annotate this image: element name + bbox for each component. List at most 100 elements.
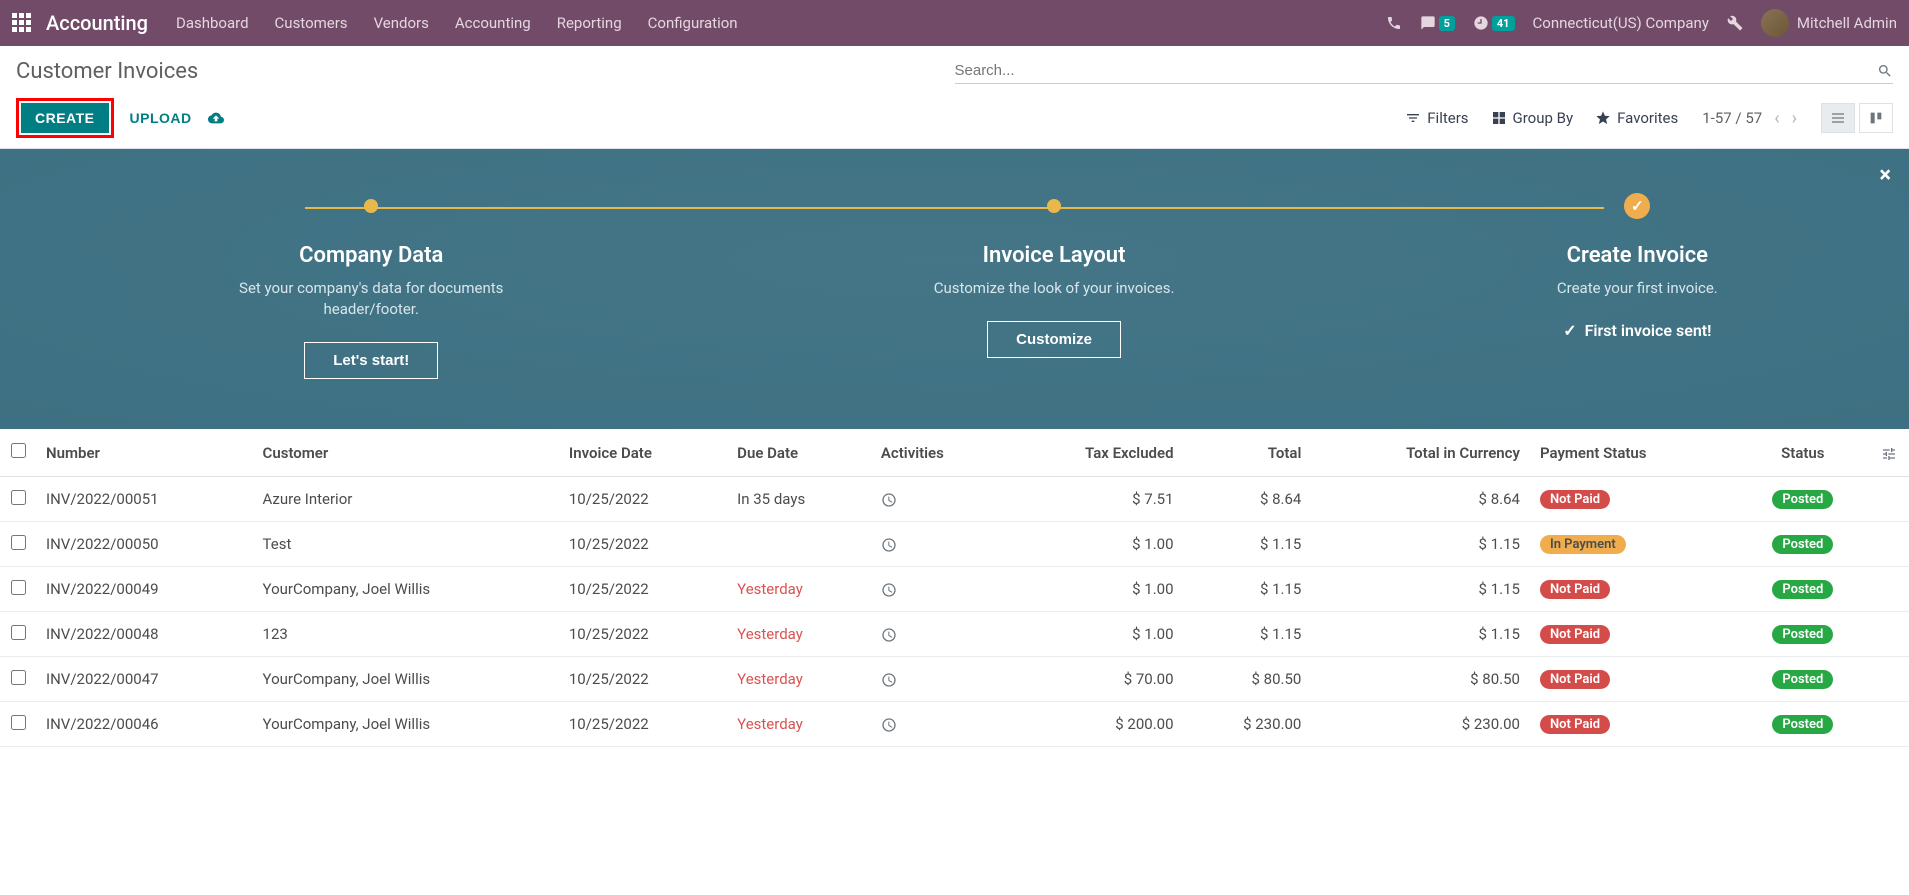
table-row[interactable]: INV/2022/0004812310/25/2022Yesterday$ 1.… [0, 612, 1909, 657]
row-checkbox[interactable] [11, 670, 26, 685]
groupby-button[interactable]: Group By [1491, 109, 1574, 127]
table-row[interactable]: INV/2022/00047YourCompany, Joel Willis10… [0, 657, 1909, 702]
status-badge: Posted [1772, 625, 1833, 644]
navbar-right: 5 41 Connecticut(US) Company Mitchell Ad… [1386, 9, 1897, 37]
activity-clock-icon[interactable] [881, 535, 897, 553]
step-desc: Create your first invoice. [1557, 278, 1718, 299]
step-done-text: ✓ First invoice sent! [1557, 321, 1718, 340]
user-menu[interactable]: Mitchell Admin [1761, 9, 1897, 37]
clock-icon[interactable]: 41 [1473, 15, 1515, 31]
upload-button[interactable]: UPLOAD [130, 110, 192, 126]
company-selector[interactable]: Connecticut(US) Company [1533, 14, 1709, 32]
favorites-button[interactable]: Favorites [1595, 109, 1678, 127]
pager: 1-57 / 57 ‹ › [1702, 108, 1797, 129]
cell-activities[interactable] [871, 567, 1006, 612]
step-create-invoice: Create Invoice Create your first invoice… [1557, 199, 1718, 379]
cell-number: INV/2022/00051 [36, 477, 253, 522]
col-total-currency[interactable]: Total in Currency [1311, 429, 1530, 477]
col-payment-status[interactable]: Payment Status [1530, 429, 1737, 477]
nav-configuration[interactable]: Configuration [648, 14, 738, 32]
lets-start-button[interactable]: Let's start! [304, 342, 438, 379]
table-row[interactable]: INV/2022/00051Azure Interior10/25/2022In… [0, 477, 1909, 522]
nav-reporting[interactable]: Reporting [557, 14, 622, 32]
search-box[interactable] [955, 58, 1894, 84]
cell-customer: Test [253, 522, 559, 567]
cell-customer: YourCompany, Joel Willis [253, 657, 559, 702]
cell-invoice-date: 10/25/2022 [559, 612, 727, 657]
status-badge: Posted [1772, 580, 1833, 599]
col-total[interactable]: Total [1184, 429, 1312, 477]
activity-clock-icon[interactable] [881, 580, 897, 598]
customize-button[interactable]: Customize [987, 321, 1121, 358]
cell-activities[interactable] [871, 612, 1006, 657]
nav-customers[interactable]: Customers [275, 14, 348, 32]
cell-total: $ 1.15 [1184, 522, 1312, 567]
optional-columns-button[interactable] [1869, 429, 1909, 477]
table-row[interactable]: INV/2022/00046YourCompany, Joel Willis10… [0, 702, 1909, 747]
app-name[interactable]: Accounting [46, 11, 148, 35]
pager-text[interactable]: 1-57 / 57 [1702, 109, 1762, 127]
cell-activities[interactable] [871, 657, 1006, 702]
row-checkbox[interactable] [11, 715, 26, 730]
activity-clock-icon[interactable] [881, 715, 897, 733]
table-row[interactable]: INV/2022/00049YourCompany, Joel Willis10… [0, 567, 1909, 612]
activity-clock-icon[interactable] [881, 625, 897, 643]
row-checkbox[interactable] [11, 580, 26, 595]
col-status[interactable]: Status [1737, 429, 1869, 477]
search-input[interactable] [955, 62, 1878, 79]
apps-icon[interactable] [12, 13, 32, 33]
col-due-date[interactable]: Due Date [727, 429, 871, 477]
list-view-button[interactable] [1821, 103, 1855, 133]
nav-dashboard[interactable]: Dashboard [176, 14, 249, 32]
payment-status-badge: Not Paid [1540, 490, 1610, 509]
create-button[interactable]: CREATE [21, 103, 109, 133]
step-desc: Set your company's data for documents he… [191, 278, 551, 320]
col-customer[interactable]: Customer [253, 429, 559, 477]
cell-activities[interactable] [871, 702, 1006, 747]
activity-clock-icon[interactable] [881, 670, 897, 688]
nav-accounting[interactable]: Accounting [455, 14, 531, 32]
status-badge: Posted [1772, 535, 1833, 554]
cell-total-currency: $ 230.00 [1311, 702, 1530, 747]
pager-next-icon[interactable]: › [1792, 108, 1797, 129]
table-header-row: Number Customer Invoice Date Due Date Ac… [0, 429, 1909, 477]
cell-due-date: Yesterday [727, 657, 871, 702]
col-tax-excluded[interactable]: Tax Excluded [1006, 429, 1183, 477]
table-row[interactable]: INV/2022/00050Test10/25/2022$ 1.00$ 1.15… [0, 522, 1909, 567]
kanban-view-button[interactable] [1859, 103, 1893, 133]
chat-icon[interactable]: 5 [1420, 15, 1455, 31]
cell-total: $ 230.00 [1184, 702, 1312, 747]
cell-payment-status: Not Paid [1530, 657, 1737, 702]
cell-status: Posted [1737, 702, 1869, 747]
pager-prev-icon[interactable]: ‹ [1774, 108, 1779, 129]
upload-icon[interactable] [208, 110, 224, 126]
col-number[interactable]: Number [36, 429, 253, 477]
cell-total-currency: $ 8.64 [1311, 477, 1530, 522]
filters-button[interactable]: Filters [1405, 109, 1468, 127]
cell-payment-status: Not Paid [1530, 702, 1737, 747]
row-checkbox[interactable] [11, 625, 26, 640]
cell-invoice-date: 10/25/2022 [559, 702, 727, 747]
cell-due-date: Yesterday [727, 567, 871, 612]
cell-tax-excluded: $ 70.00 [1006, 657, 1183, 702]
cell-due-date: Yesterday [727, 702, 871, 747]
cell-invoice-date: 10/25/2022 [559, 477, 727, 522]
cell-activities[interactable] [871, 522, 1006, 567]
select-all-checkbox[interactable] [11, 443, 26, 458]
row-checkbox[interactable] [11, 535, 26, 550]
row-checkbox[interactable] [11, 490, 26, 505]
col-invoice-date[interactable]: Invoice Date [559, 429, 727, 477]
navbar: Accounting Dashboard Customers Vendors A… [0, 0, 1909, 46]
tools-icon[interactable] [1727, 15, 1743, 31]
cell-invoice-date: 10/25/2022 [559, 657, 727, 702]
phone-icon[interactable] [1386, 15, 1402, 31]
activity-clock-icon[interactable] [881, 490, 897, 508]
row-select-cell [0, 612, 36, 657]
cell-number: INV/2022/00048 [36, 612, 253, 657]
close-icon[interactable]: × [1879, 163, 1891, 188]
cell-tax-excluded: $ 1.00 [1006, 567, 1183, 612]
search-icon[interactable] [1877, 62, 1893, 78]
col-activities[interactable]: Activities [871, 429, 1006, 477]
cell-activities[interactable] [871, 477, 1006, 522]
nav-vendors[interactable]: Vendors [374, 14, 429, 32]
